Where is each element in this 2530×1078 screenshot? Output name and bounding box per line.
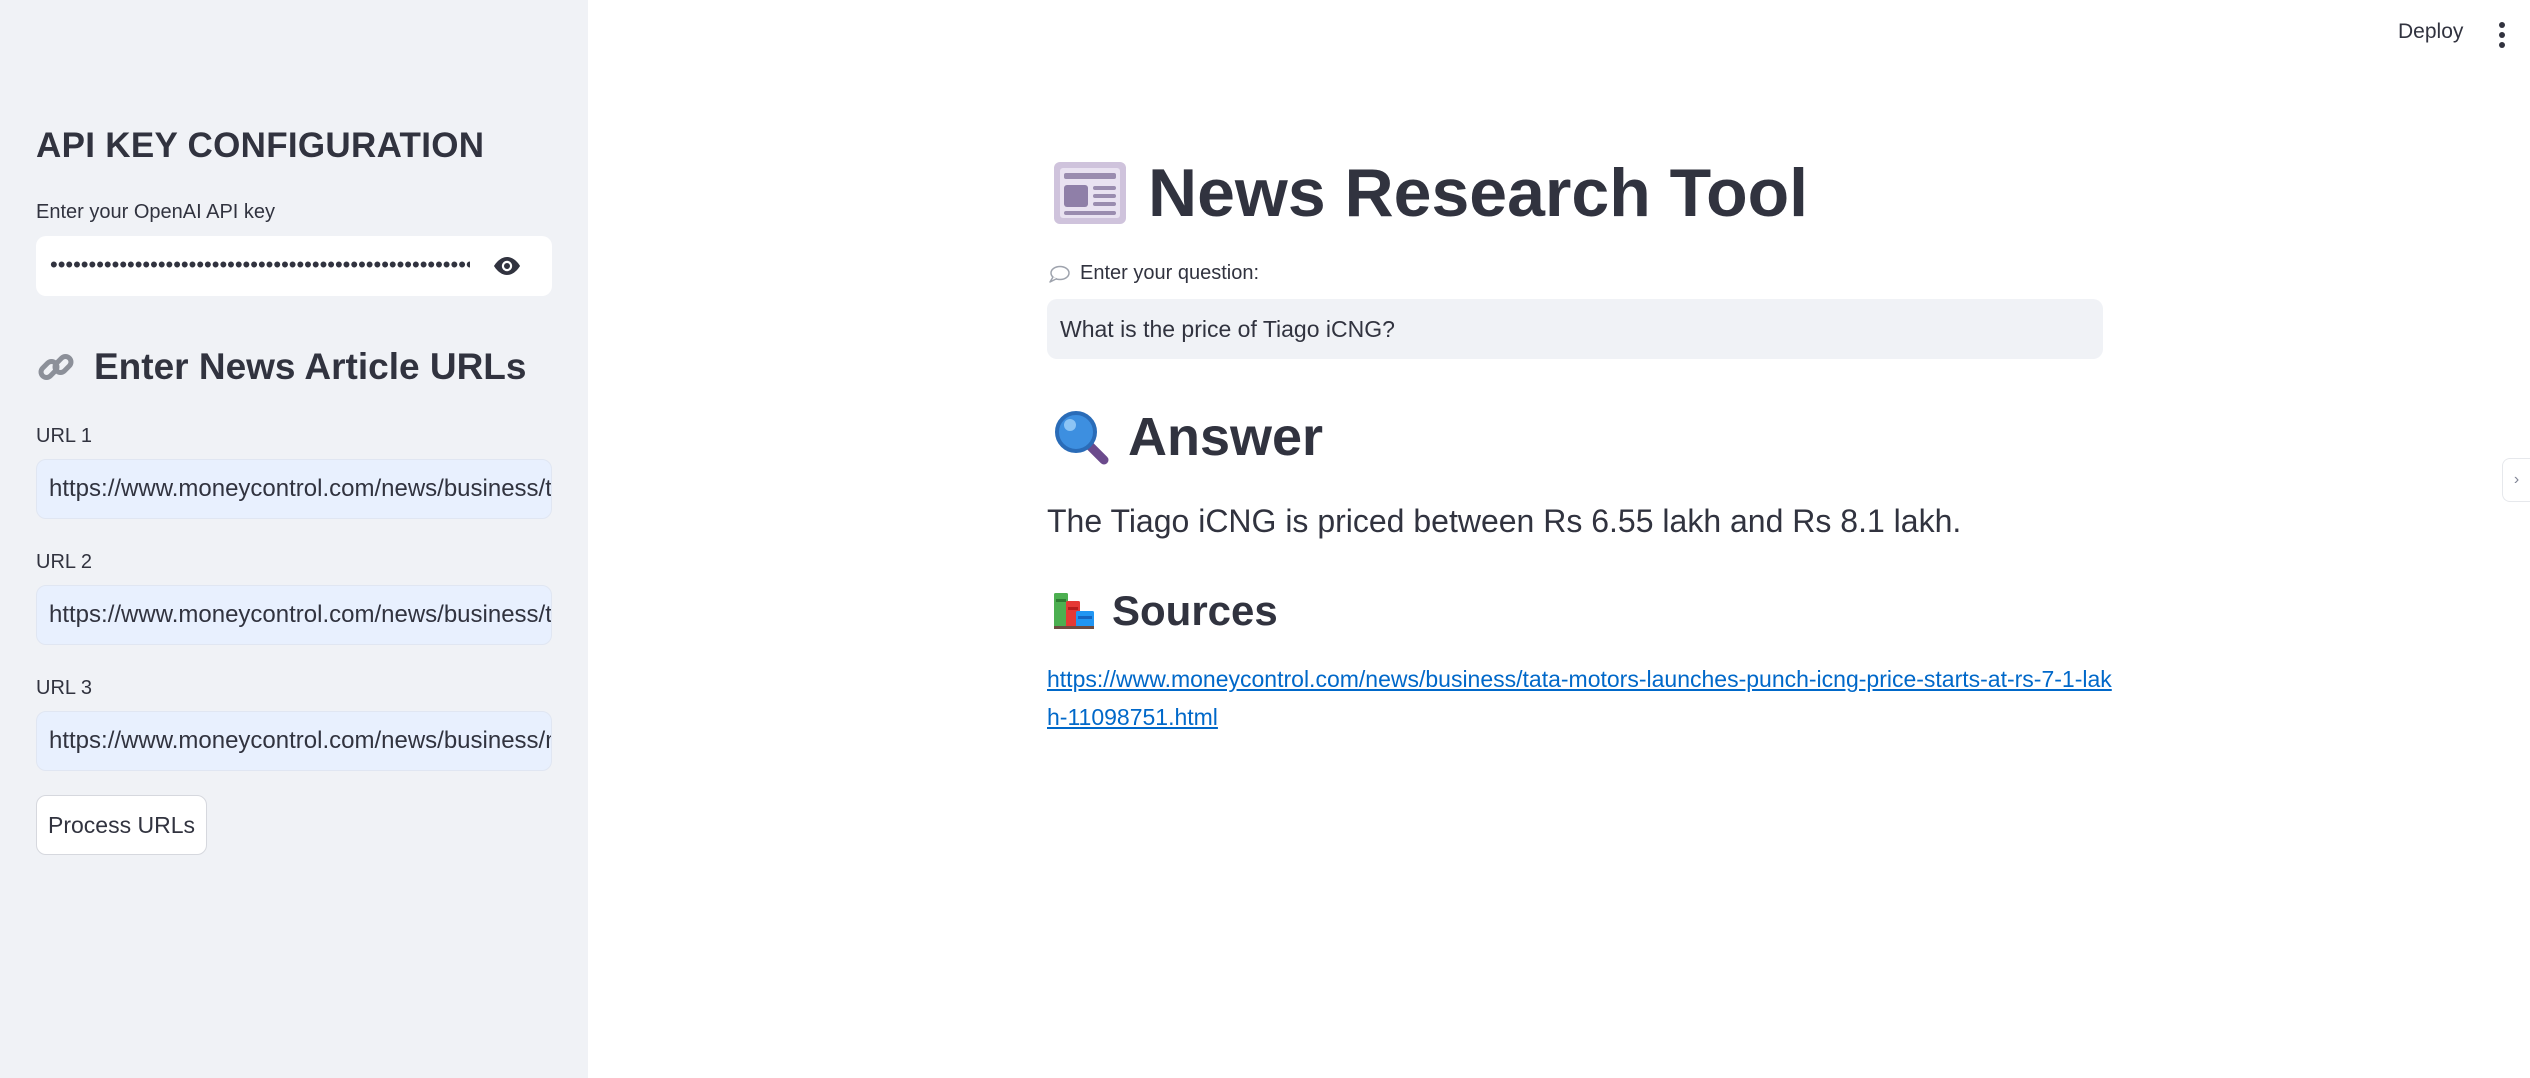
sources-heading: Sources [1052,587,1278,635]
answer-heading-text: Answer [1128,407,1324,467]
url-3-input[interactable]: https://www.moneycontrol.com/news/busine… [36,711,552,771]
url-1-input[interactable]: https://www.moneycontrol.com/news/busine… [36,459,552,519]
api-key-input[interactable]: ••••••••••••••••••••••••••••••••••••••••… [36,236,552,296]
answer-heading: Answer [1052,406,1323,468]
api-key-heading: API KEY CONFIGURATION [36,126,485,165]
magnifier-icon [1055,411,1109,465]
urls-heading: Enter News Article URLs [36,346,526,388]
api-key-label: Enter your OpenAI API key [36,201,276,223]
url-1-label: URL 1 [36,425,92,447]
api-key-masked-value: ••••••••••••••••••••••••••••••••••••••••… [50,252,470,277]
speech-bubble-icon [1049,265,1070,283]
url-2-value: https://www.moneycontrol.com/news/busine… [49,601,552,628]
question-label-text: Enter your question: [1080,262,1259,284]
urls-heading-text: Enter News Article URLs [94,346,527,387]
url-2-input[interactable]: https://www.moneycontrol.com/news/busine… [36,585,552,645]
expand-panel-tab[interactable]: › [2502,458,2530,502]
url-2-label: URL 2 [36,551,92,573]
question-input-value: What is the price of Tiago iCNG? [1060,316,1395,342]
newspaper-icon [1054,162,1126,224]
app-root: API KEY CONFIGURATION Enter your OpenAI … [0,0,2530,1078]
kebab-menu-icon[interactable] [2496,20,2508,50]
question-input[interactable]: What is the price of Tiago iCNG? [1047,299,2103,359]
link-icon [38,354,74,380]
eye-icon[interactable] [492,254,522,278]
answer-text: The Tiago iCNG is priced between Rs 6.55… [1047,503,1962,539]
url-3-label: URL 3 [36,677,92,699]
sources-heading-text: Sources [1112,587,1278,634]
page-title: News Research Tool [1052,154,1808,232]
books-icon [1054,593,1094,629]
deploy-button[interactable]: Deploy [2398,20,2463,44]
sidebar: API KEY CONFIGURATION Enter your OpenAI … [0,0,588,1078]
process-urls-button[interactable]: Process URLs [36,795,207,855]
source-link[interactable]: https://www.moneycontrol.com/news/busine… [1047,660,2117,736]
page-title-text: News Research Tool [1148,155,1809,231]
question-label: Enter your question: [1048,262,1259,285]
url-3-value: https://www.moneycontrol.com/news/busine… [49,727,551,754]
url-1-value: https://www.moneycontrol.com/news/busine… [49,475,552,502]
